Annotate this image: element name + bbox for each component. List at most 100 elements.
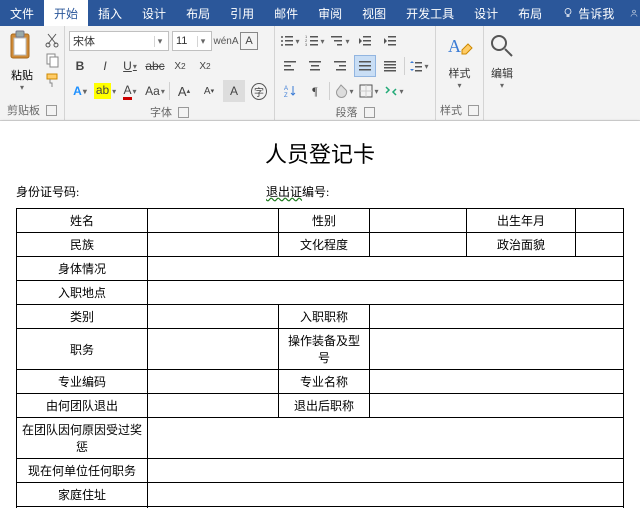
table-row[interactable]: 类别 入职职称 xyxy=(17,305,624,329)
table-row[interactable]: 身体情况 xyxy=(17,257,624,281)
cell-award-value[interactable] xyxy=(148,418,624,459)
character-border-button[interactable]: A xyxy=(240,32,258,50)
distributed-button[interactable] xyxy=(379,55,401,77)
cell-quitfrom-value[interactable] xyxy=(148,394,279,418)
bullets-button[interactable]: ▾ xyxy=(279,30,301,52)
grow-font-button[interactable]: A▴ xyxy=(173,80,195,102)
subscript-button[interactable]: X2 xyxy=(169,55,191,77)
sort-button[interactable]: AZ xyxy=(279,80,301,102)
exit-cert-label: 退出证编号: xyxy=(266,183,329,200)
table-row[interactable]: 在团队因何原因受过奖惩 xyxy=(17,418,624,459)
tab-home[interactable]: 开始 xyxy=(44,0,88,26)
cell-quittitle-value[interactable] xyxy=(370,394,624,418)
align-justify-button[interactable] xyxy=(354,55,376,77)
find-icon xyxy=(488,32,516,60)
clipboard-paste-icon xyxy=(9,30,35,60)
asian-layout-button[interactable]: ▾ xyxy=(383,80,405,102)
format-painter-icon[interactable] xyxy=(44,72,60,88)
tab-mailings[interactable]: 邮件 xyxy=(264,0,308,26)
change-case-button[interactable]: Aa▾ xyxy=(144,80,166,102)
strikethrough-button[interactable]: abc xyxy=(144,55,166,77)
table-row[interactable]: 专业编码 专业名称 xyxy=(17,370,624,394)
styles-group-label: 样式 xyxy=(440,102,462,118)
tab-references[interactable]: 引用 xyxy=(220,0,264,26)
cell-equip-value[interactable] xyxy=(370,329,624,370)
multilevel-list-button[interactable]: ▾ xyxy=(329,30,351,52)
align-center-button[interactable] xyxy=(304,55,326,77)
ribbon-group-styles: A 样式 ▾ 样式 xyxy=(436,26,484,120)
tab-design[interactable]: 设计 xyxy=(132,0,176,26)
table-row[interactable]: 民族 文化程度 政治面貌 xyxy=(17,233,624,257)
underline-button[interactable]: U▾ xyxy=(119,55,141,77)
share-button[interactable]: 共享 xyxy=(624,0,640,26)
font-name-combo[interactable]: 宋体 ▾ xyxy=(69,31,169,51)
cell-pol-value[interactable] xyxy=(576,233,624,257)
document-page[interactable]: 人员登记卡 身份证号码: 退出证编号: 姓名 性别 出生年月 民族 文化程度 政… xyxy=(0,121,640,508)
table-row[interactable]: 职务 操作装备及型号 xyxy=(17,329,624,370)
dialog-launcher-icon[interactable] xyxy=(364,107,375,118)
align-right-button[interactable] xyxy=(329,55,351,77)
cell-majorcode-value[interactable] xyxy=(148,370,279,394)
decrease-indent-button[interactable] xyxy=(354,30,376,52)
svg-text:3: 3 xyxy=(305,42,308,47)
cell-majorname-value[interactable] xyxy=(370,370,624,394)
tab-layout[interactable]: 布局 xyxy=(176,0,220,26)
highlight-button[interactable]: ab▾ xyxy=(94,80,116,102)
italic-button[interactable]: I xyxy=(94,55,116,77)
cell-home-value[interactable] xyxy=(148,483,624,507)
increase-indent-button[interactable] xyxy=(379,30,401,52)
cell-birth-value[interactable] xyxy=(576,209,624,233)
dialog-launcher-icon[interactable] xyxy=(46,105,57,116)
tab-insert[interactable]: 插入 xyxy=(88,0,132,26)
dialog-launcher-icon[interactable] xyxy=(468,105,479,116)
tab-view[interactable]: 视图 xyxy=(352,0,396,26)
registration-table[interactable]: 姓名 性别 出生年月 民族 文化程度 政治面貌 身体情况 入职地点 xyxy=(16,208,624,508)
table-row[interactable]: 家庭住址 xyxy=(17,483,624,507)
paste-button[interactable]: 粘贴 ▾ xyxy=(4,30,40,92)
cell-gender-value[interactable] xyxy=(370,209,467,233)
cell-category-value[interactable] xyxy=(148,305,279,329)
character-shading-button[interactable]: A xyxy=(223,80,245,102)
line-spacing-button[interactable]: ▾ xyxy=(408,55,430,77)
shrink-font-button[interactable]: A▾ xyxy=(198,80,220,102)
align-left-button[interactable] xyxy=(279,55,301,77)
table-row[interactable]: 姓名 性别 出生年月 xyxy=(17,209,624,233)
borders-button[interactable]: ▾ xyxy=(358,80,380,102)
id-number-label: 身份证号码: xyxy=(16,183,266,200)
table-row[interactable]: 由何团队退出 退出后职称 xyxy=(17,394,624,418)
cell-majorcode-label: 专业编码 xyxy=(17,370,148,394)
cell-ethnic-value[interactable] xyxy=(148,233,279,257)
phonetic-guide-button[interactable]: wénA xyxy=(215,30,237,52)
tab-review[interactable]: 审阅 xyxy=(308,0,352,26)
styles-button[interactable]: A 样式 ▾ xyxy=(446,32,474,90)
document-area[interactable]: 人员登记卡 身份证号码: 退出证编号: 姓名 性别 出生年月 民族 文化程度 政… xyxy=(0,121,640,508)
cell-duty-value[interactable] xyxy=(148,329,279,370)
shading-button[interactable]: ▾ xyxy=(333,80,355,102)
tab-file[interactable]: 文件 xyxy=(0,0,44,26)
dialog-launcher-icon[interactable] xyxy=(178,107,189,118)
font-size-combo[interactable]: 11 ▾ xyxy=(172,31,212,51)
cut-icon[interactable] xyxy=(44,32,60,48)
tab-developer[interactable]: 开发工具 xyxy=(396,0,464,26)
text-effects-button[interactable]: A▾ xyxy=(69,80,91,102)
numbering-button[interactable]: 123▾ xyxy=(304,30,326,52)
cell-health-value[interactable] xyxy=(148,257,624,281)
show-hide-button[interactable]: ¶ xyxy=(304,80,326,102)
cell-award-label: 在团队因何原因受过奖惩 xyxy=(17,418,148,459)
tell-me-button[interactable]: 告诉我 xyxy=(552,0,624,26)
cell-jointitle-value[interactable] xyxy=(370,305,624,329)
tab-table-layout[interactable]: 布局 xyxy=(508,0,552,26)
editing-button[interactable]: 编辑 ▾ xyxy=(488,32,516,90)
enclose-characters-button[interactable]: 字 xyxy=(248,80,270,102)
cell-name-value[interactable] xyxy=(148,209,279,233)
cell-joinplace-value[interactable] xyxy=(148,281,624,305)
cell-edu-value[interactable] xyxy=(370,233,467,257)
font-color-button[interactable]: A▾ xyxy=(119,80,141,102)
tab-table-design[interactable]: 设计 xyxy=(464,0,508,26)
table-row[interactable]: 现在何单位任何职务 xyxy=(17,459,624,483)
bold-button[interactable]: B xyxy=(69,55,91,77)
copy-icon[interactable] xyxy=(44,52,60,68)
superscript-button[interactable]: X2 xyxy=(194,55,216,77)
table-row[interactable]: 入职地点 xyxy=(17,281,624,305)
cell-current-value[interactable] xyxy=(148,459,624,483)
